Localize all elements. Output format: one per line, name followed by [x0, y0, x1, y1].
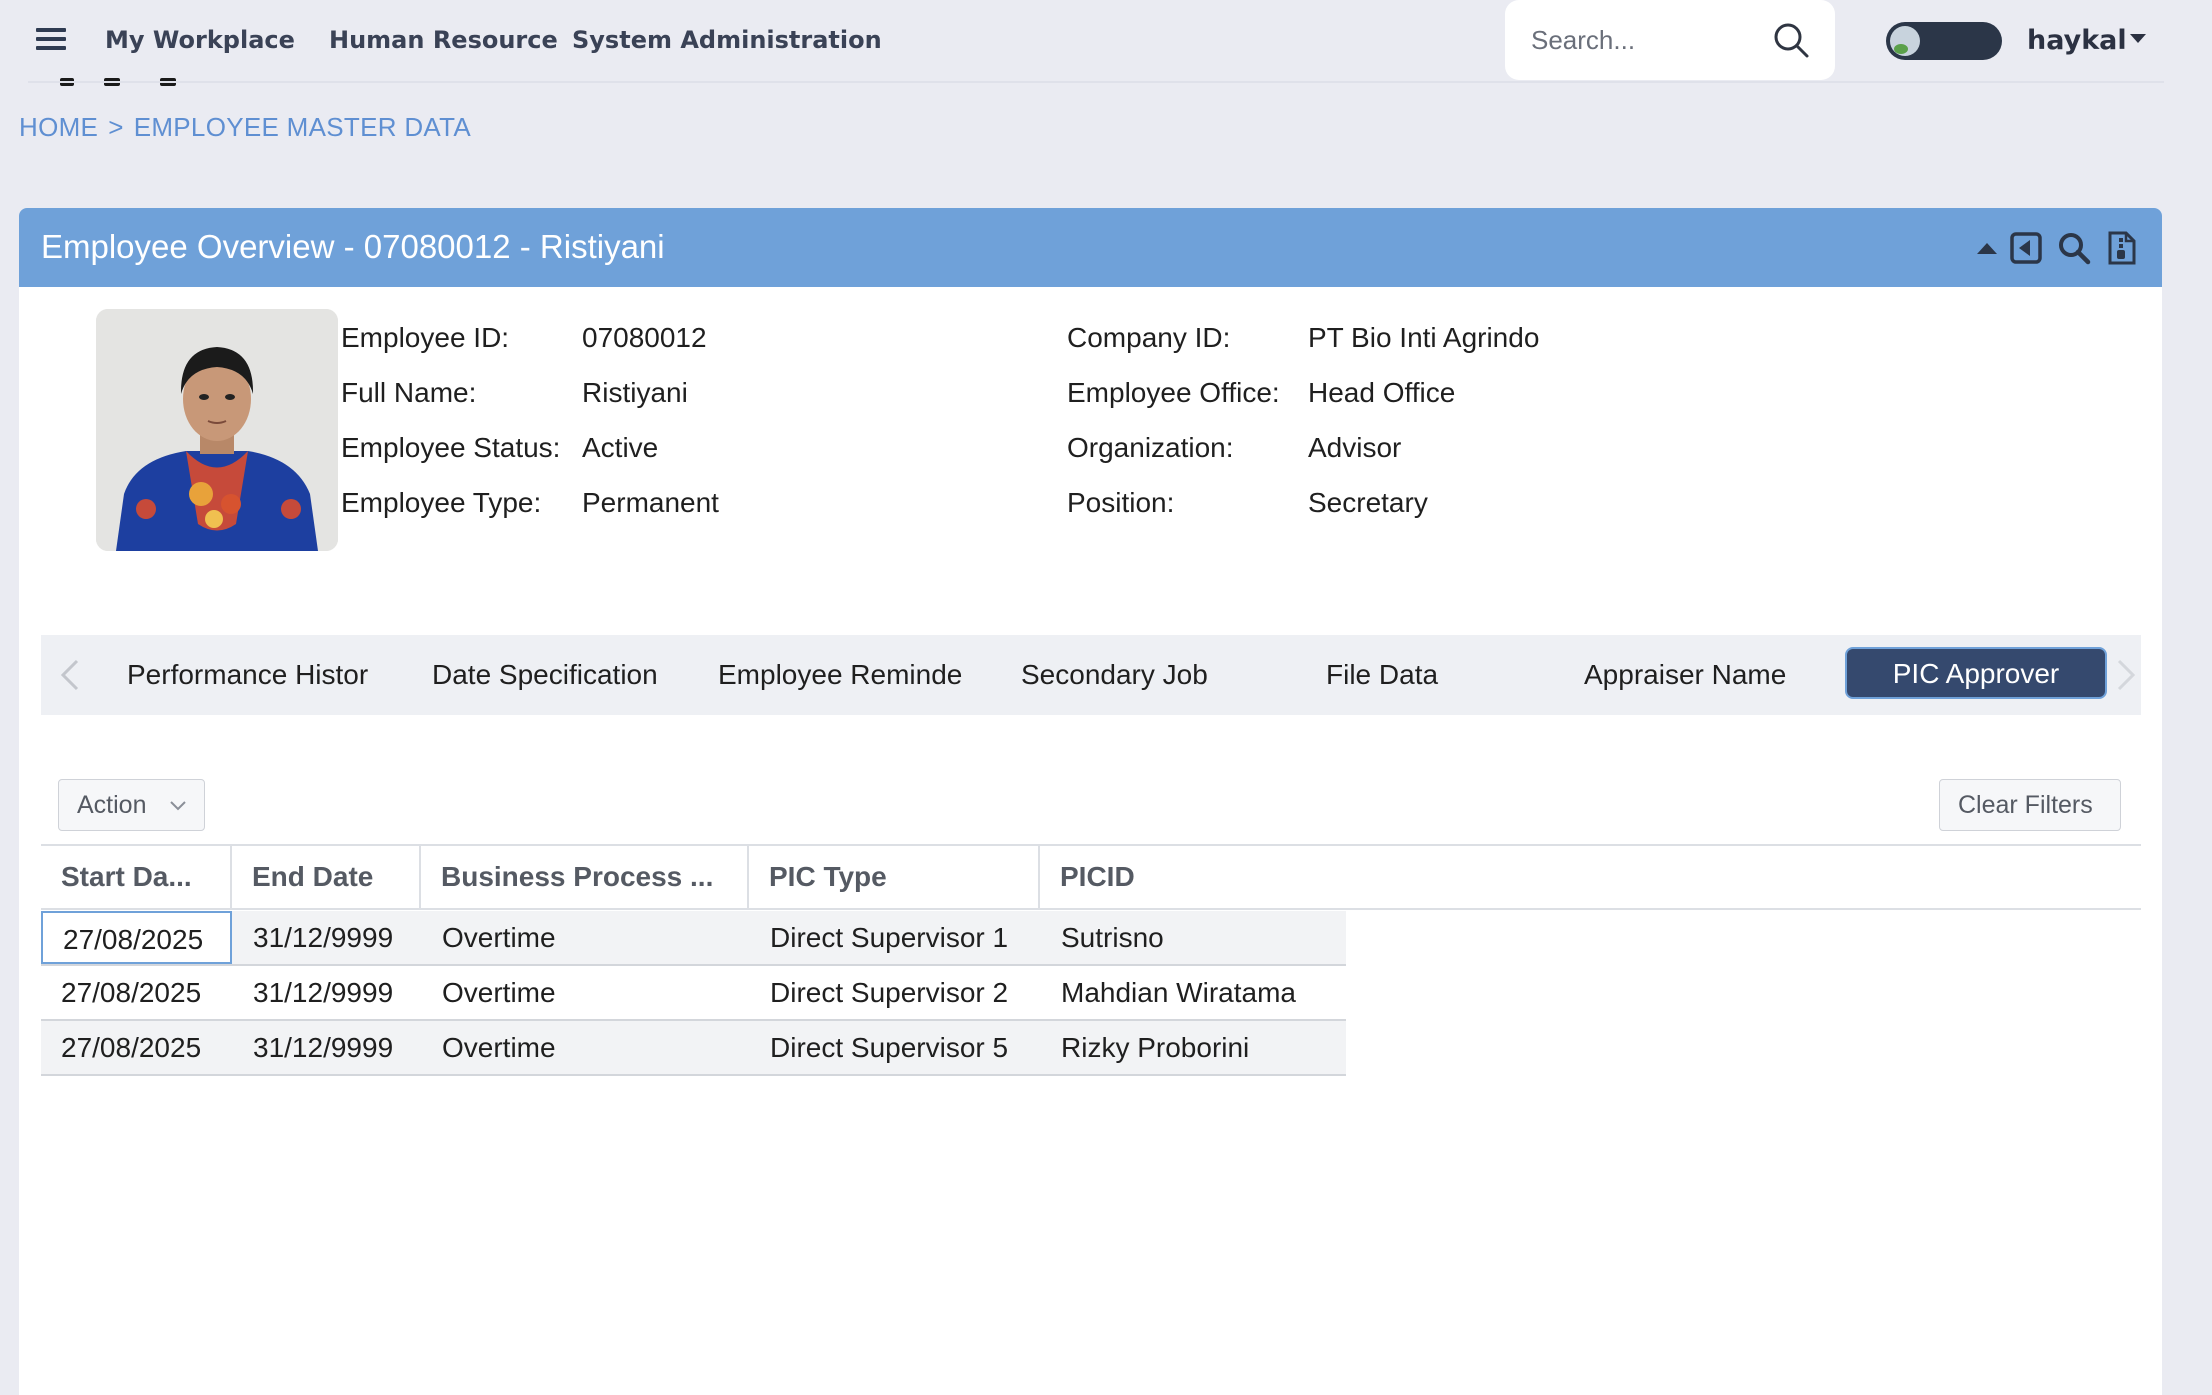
topbar-divider: [28, 81, 2164, 83]
document-export-icon[interactable]: [2104, 230, 2140, 266]
nav-human-resource[interactable]: Human Resource: [329, 26, 558, 54]
company-id-value: PT Bio Inti Agrindo: [1308, 322, 1540, 353]
column-header-start-date[interactable]: Start Da...: [41, 846, 232, 908]
tab-pic-approver[interactable]: PIC Approver: [1845, 647, 2107, 699]
cell-end-date[interactable]: 31/12/9999: [253, 1021, 393, 1074]
page-title-clipped: [60, 78, 190, 88]
tab-appraiser-name[interactable]: Appraiser Name: [1584, 635, 1804, 715]
employee-office-label: Employee Office:: [1067, 377, 1280, 408]
cell-start-date[interactable]: 27/08/2025: [61, 966, 201, 1019]
tab-scroll-left-icon[interactable]: [55, 655, 85, 695]
tab-performance-history[interactable]: Performance Histor: [127, 635, 371, 715]
cell-end-date[interactable]: 31/12/9999: [253, 966, 393, 1019]
column-header-business-process[interactable]: Business Process ...: [421, 846, 749, 908]
employee-type-label: Employee Type:: [341, 487, 542, 518]
grid-header: Start Da... End Date Business Process ..…: [41, 844, 2141, 910]
tab-strip: Performance Histor Date Specification Em…: [41, 635, 2141, 715]
employee-id-label: Employee ID:: [341, 322, 510, 353]
table-row[interactable]: 27/08/2025 31/12/9999 Overtime Direct Su…: [41, 966, 1346, 1021]
breadcrumb: HOME > EMPLOYEE MASTER DATA: [19, 112, 471, 143]
employee-overview-panel: Employee Overview - 07080012 - Ristiyani: [19, 208, 2162, 1395]
chevron-down-icon: [170, 801, 186, 811]
nav-my-workplace[interactable]: My Workplace: [105, 26, 295, 54]
position-label: Position:: [1067, 487, 1175, 518]
column-header-pic-type[interactable]: PIC Type: [749, 846, 1040, 908]
employee-status-value: Active: [582, 432, 659, 463]
employee-office-value: Head Office: [1308, 377, 1456, 408]
cell-picid[interactable]: Rizky Proborini: [1061, 1021, 1249, 1074]
employee-photo: [96, 309, 338, 551]
action-dropdown-button[interactable]: Action: [58, 779, 205, 831]
cell-pic-type[interactable]: Direct Supervisor 2: [770, 966, 1008, 1019]
employee-type-value: Permanent: [582, 487, 719, 518]
column-header-picid[interactable]: PICID: [1040, 846, 2140, 908]
breadcrumb-home[interactable]: HOME: [19, 112, 98, 142]
cell-business-process[interactable]: Overtime: [442, 911, 556, 964]
nav-system-administration[interactable]: System Administration: [572, 26, 882, 54]
cell-picid[interactable]: Mahdian Wiratama: [1061, 966, 1296, 1019]
cell-start-date[interactable]: 27/08/2025: [61, 1021, 201, 1074]
employee-status-label: Employee Status:: [341, 432, 561, 463]
position-value: Secretary: [1308, 487, 1428, 518]
cell-business-process[interactable]: Overtime: [442, 966, 556, 1019]
column-header-end-date[interactable]: End Date: [232, 846, 421, 908]
employee-id-value: 07080012: [582, 322, 707, 353]
organization-value: Advisor: [1308, 432, 1402, 463]
tab-employee-reminder[interactable]: Employee Reminde: [718, 635, 962, 715]
tab-scroll-right-icon[interactable]: [2111, 655, 2141, 695]
tab-file-data[interactable]: File Data: [1326, 635, 1476, 715]
organization-label: Organization:: [1067, 432, 1234, 463]
table-row[interactable]: 27/08/2025 31/12/9999 Overtime Direct Su…: [41, 1021, 1346, 1076]
clear-filters-button[interactable]: Clear Filters: [1939, 779, 2121, 831]
company-id-label: Company ID:: [1067, 322, 1231, 353]
top-navigation-bar: My Workplace Human Resource System Admin…: [0, 0, 2212, 86]
full-name-value: Ristiyani: [582, 377, 688, 408]
full-name-label: Full Name:: [341, 377, 477, 408]
breadcrumb-separator: >: [108, 112, 124, 142]
user-name[interactable]: haykal: [2027, 25, 2127, 56]
panel-header: Employee Overview - 07080012 - Ristiyani: [19, 208, 2162, 287]
search-icon[interactable]: [1771, 20, 1811, 60]
magnifier-icon[interactable]: [2056, 230, 2092, 266]
cell-start-date[interactable]: 27/08/2025: [41, 911, 232, 964]
cell-business-process[interactable]: Overtime: [442, 1021, 556, 1074]
panel-title: Employee Overview - 07080012 - Ristiyani: [41, 228, 665, 265]
back-icon[interactable]: [2008, 230, 2044, 266]
cell-end-date[interactable]: 31/12/9999: [253, 911, 393, 964]
action-label: Action: [77, 791, 147, 819]
cell-pic-type[interactable]: Direct Supervisor 5: [770, 1021, 1008, 1074]
hamburger-menu-icon[interactable]: [36, 28, 66, 52]
collapse-icon[interactable]: [1969, 230, 2005, 266]
tab-secondary-job[interactable]: Secondary Job: [1021, 635, 1221, 715]
tab-date-specification[interactable]: Date Specification: [432, 635, 662, 715]
user-avatar[interactable]: [1886, 22, 2002, 60]
search-input[interactable]: [1531, 22, 1761, 58]
breadcrumb-current[interactable]: EMPLOYEE MASTER DATA: [134, 112, 471, 142]
user-dropdown-caret-icon[interactable]: [2130, 34, 2146, 43]
cell-pic-type[interactable]: Direct Supervisor 1: [770, 911, 1008, 964]
table-row[interactable]: 27/08/2025 31/12/9999 Overtime Direct Su…: [41, 911, 1346, 966]
cell-picid[interactable]: Sutrisno: [1061, 911, 1164, 964]
